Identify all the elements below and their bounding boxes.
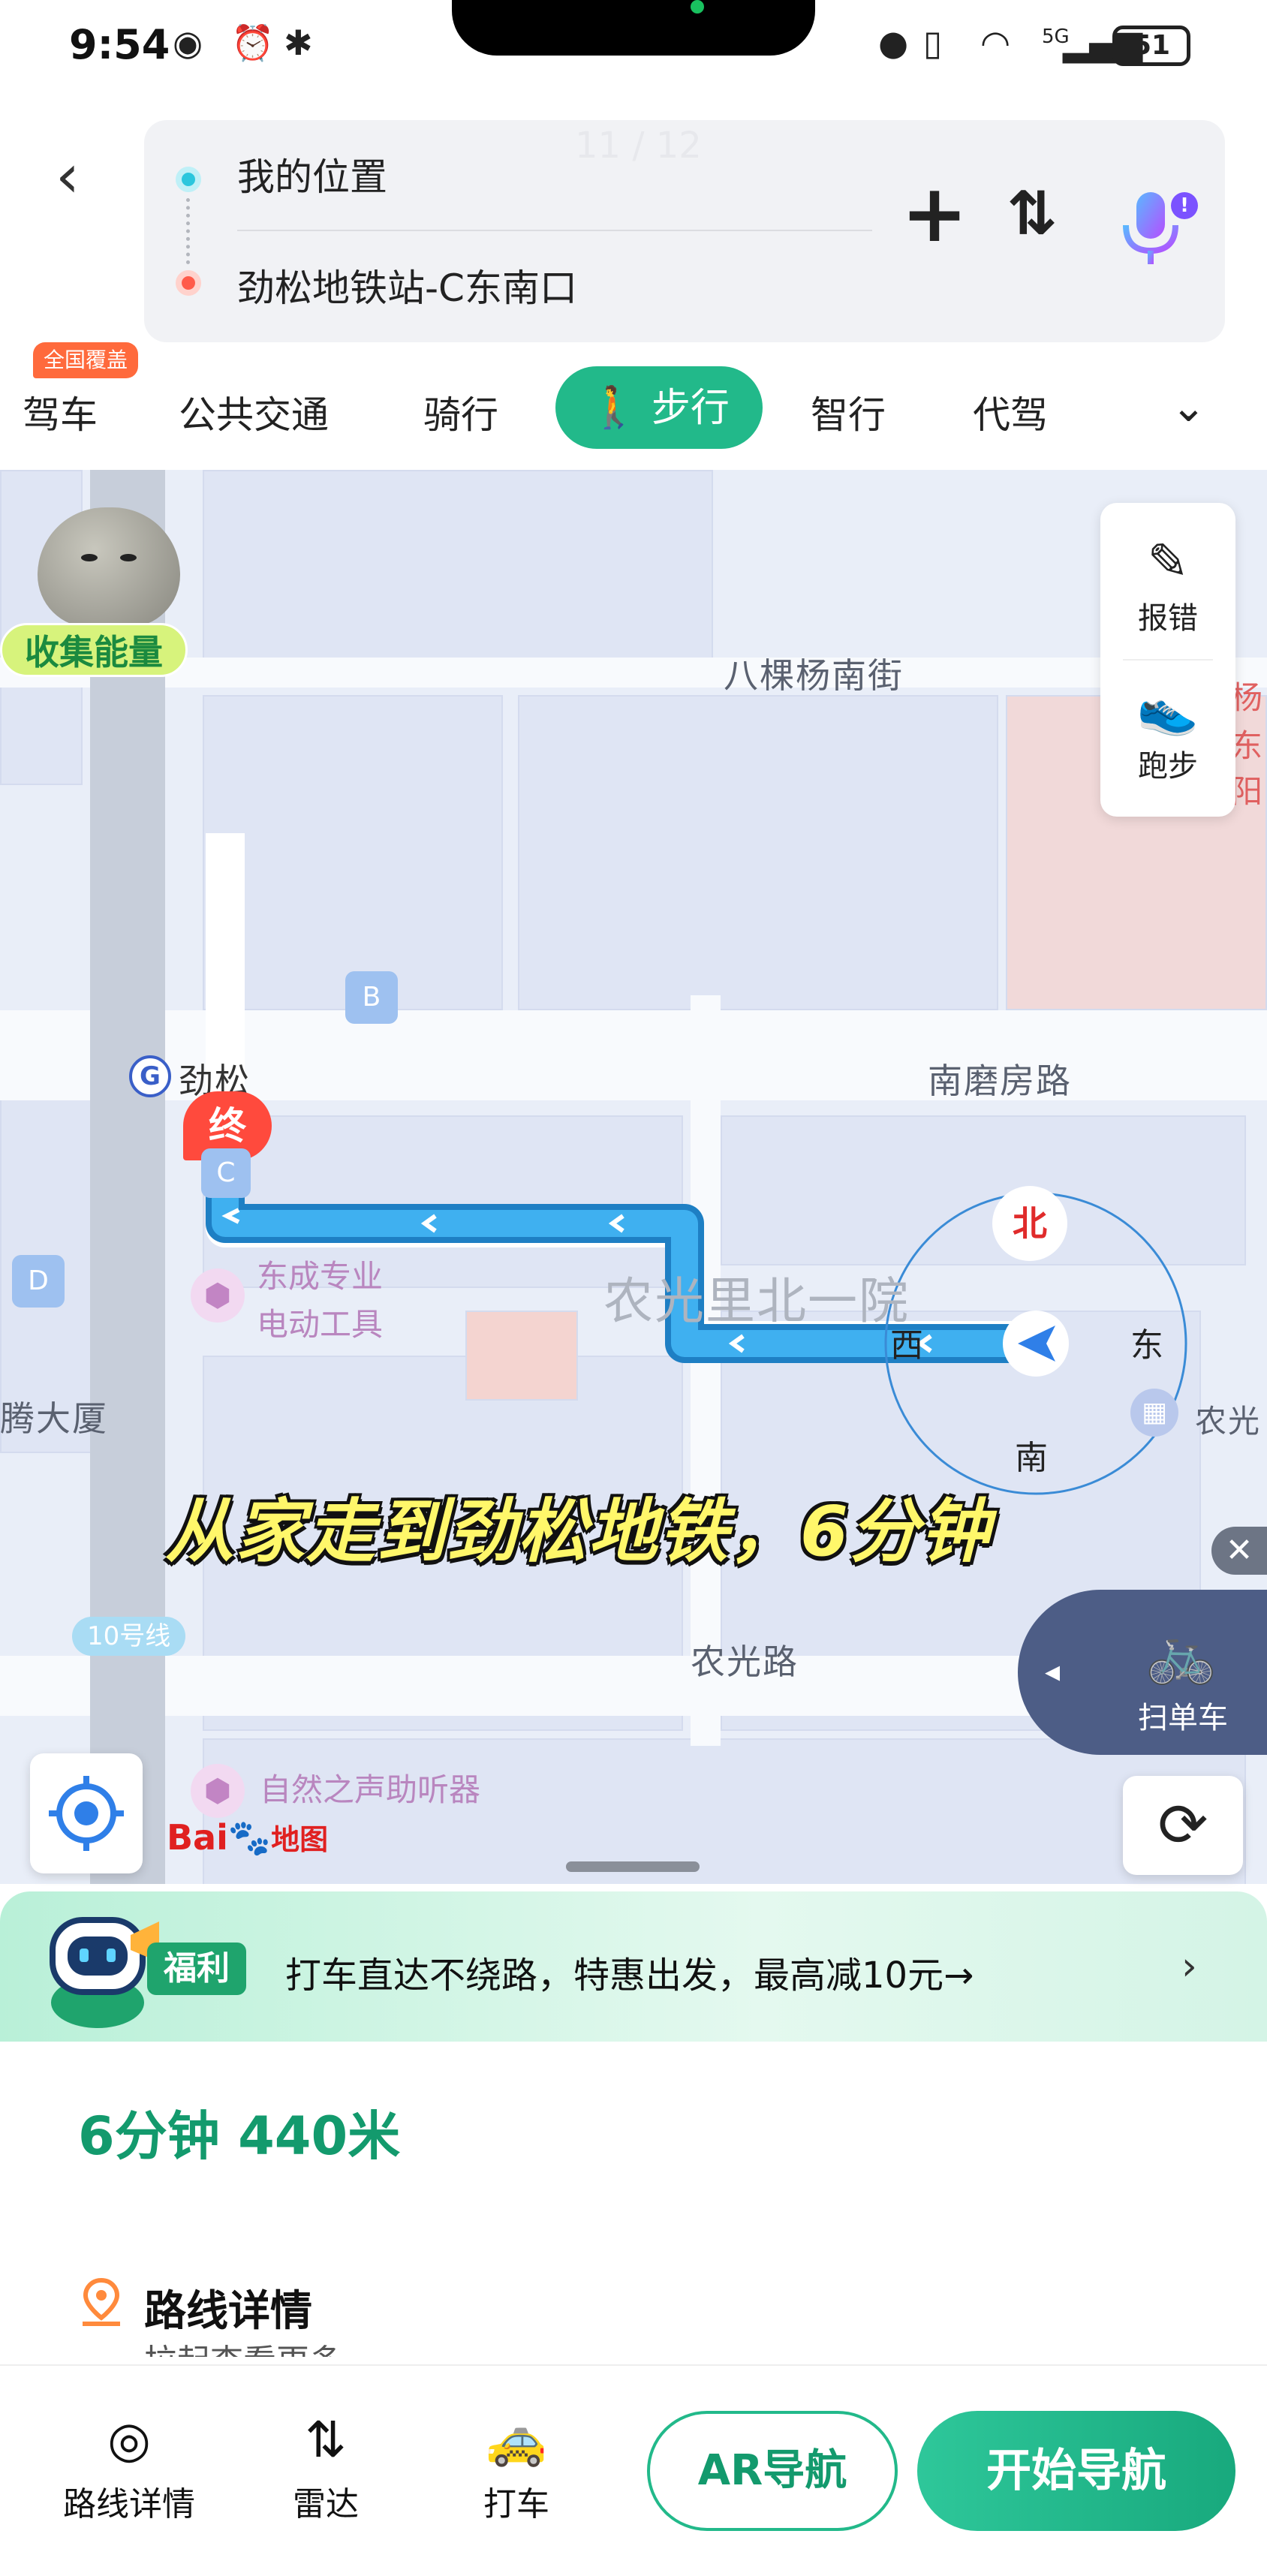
edit-icon: ✎ [1147,533,1189,591]
route-detail-icon [83,2277,120,2326]
paw-icon: 🐾 [227,1817,272,1858]
street-label: 农光路 [691,1642,799,1682]
route-summary: 6分钟 440米 [78,2105,401,2167]
poi-label: 杨 [1231,679,1265,716]
collect-energy-button[interactable]: 收集能量 [0,623,188,677]
route-detail-hint: 拉起查看更多 [144,2334,342,2357]
poi-label: 东成专业 [257,1258,384,1295]
poi-label: 自然之声助听器 [260,1771,481,1808]
ar-navigation-button[interactable]: AR导航 [647,2411,898,2531]
compass-south: 南 [1015,1439,1048,1477]
video-caption: 从家走到劲松地铁，6分钟 [165,1491,992,1572]
poi-label: 农光 [1195,1403,1262,1440]
refresh-icon[interactable]: ⟳ [1123,1776,1243,1875]
subway-icon: G [129,1055,171,1097]
compass-west: 西 [890,1326,923,1365]
building-icon: ▦ [1130,1389,1178,1437]
poi-label: 东阳 [1231,727,1265,810]
crosshair-icon [49,1776,124,1851]
locate-button[interactable] [30,1753,143,1873]
location-pin-icon: ◎ [107,2411,151,2469]
shop-icon: ⬢ [191,1764,245,1818]
running-button[interactable]: 👟 跑步 [1100,661,1235,803]
exit-c-icon: C [201,1148,251,1198]
route-detail-button[interactable]: ◎ 路线详情 [54,2411,204,2525]
promo-text: 打车直达不绕路，特惠出发，最高减10元→ [285,1955,974,1997]
drag-handle[interactable] [566,1861,700,1872]
street-label: 八棵杨南街 [724,655,904,696]
compass-north: 北 [992,1186,1067,1261]
chevron-right-icon[interactable]: › [1181,1944,1197,1989]
bicycle-icon: 🚲 [1145,1620,1217,1687]
area-label: 农光里北一院 [603,1272,910,1330]
street-label: 南磨房路 [928,1061,1072,1101]
start-navigation-button[interactable]: 开始导航 [917,2411,1235,2531]
route-detail-title[interactable]: 路线详情 [144,2277,312,2338]
radar-icon: ⇅ [305,2411,347,2469]
welfare-badge: 福利 [147,1943,246,1995]
collapse-arrow-icon: ◂ [1045,1654,1061,1689]
radar-button[interactable]: ⇅ 雷达 [251,2411,401,2525]
running-shoe-icon: 👟 [1136,680,1199,738]
poi-label: 电动工具 [257,1306,384,1343]
subway-line-badge: 10号线 [72,1617,186,1656]
taxi-button[interactable]: 🚕 打车 [441,2411,591,2525]
baidu-map-logo: Bai🐾地图 [167,1817,329,1858]
compass-east: 东 [1130,1326,1163,1365]
bus-stop-icon: B [345,971,398,1024]
mascot-avatar[interactable] [38,507,180,627]
close-icon[interactable]: ✕ [1211,1527,1267,1575]
report-error-button[interactable]: ✎ 报错 [1100,513,1235,656]
robot-mascot-icon [50,1917,159,2028]
shop-icon: ⬢ [191,1268,245,1323]
exit-d-icon: D [12,1255,65,1308]
scan-bike-label: 扫单车 [1138,1701,1228,1735]
building-label: 腾大厦 [0,1398,108,1439]
taxi-icon: 🚕 [485,2411,548,2469]
